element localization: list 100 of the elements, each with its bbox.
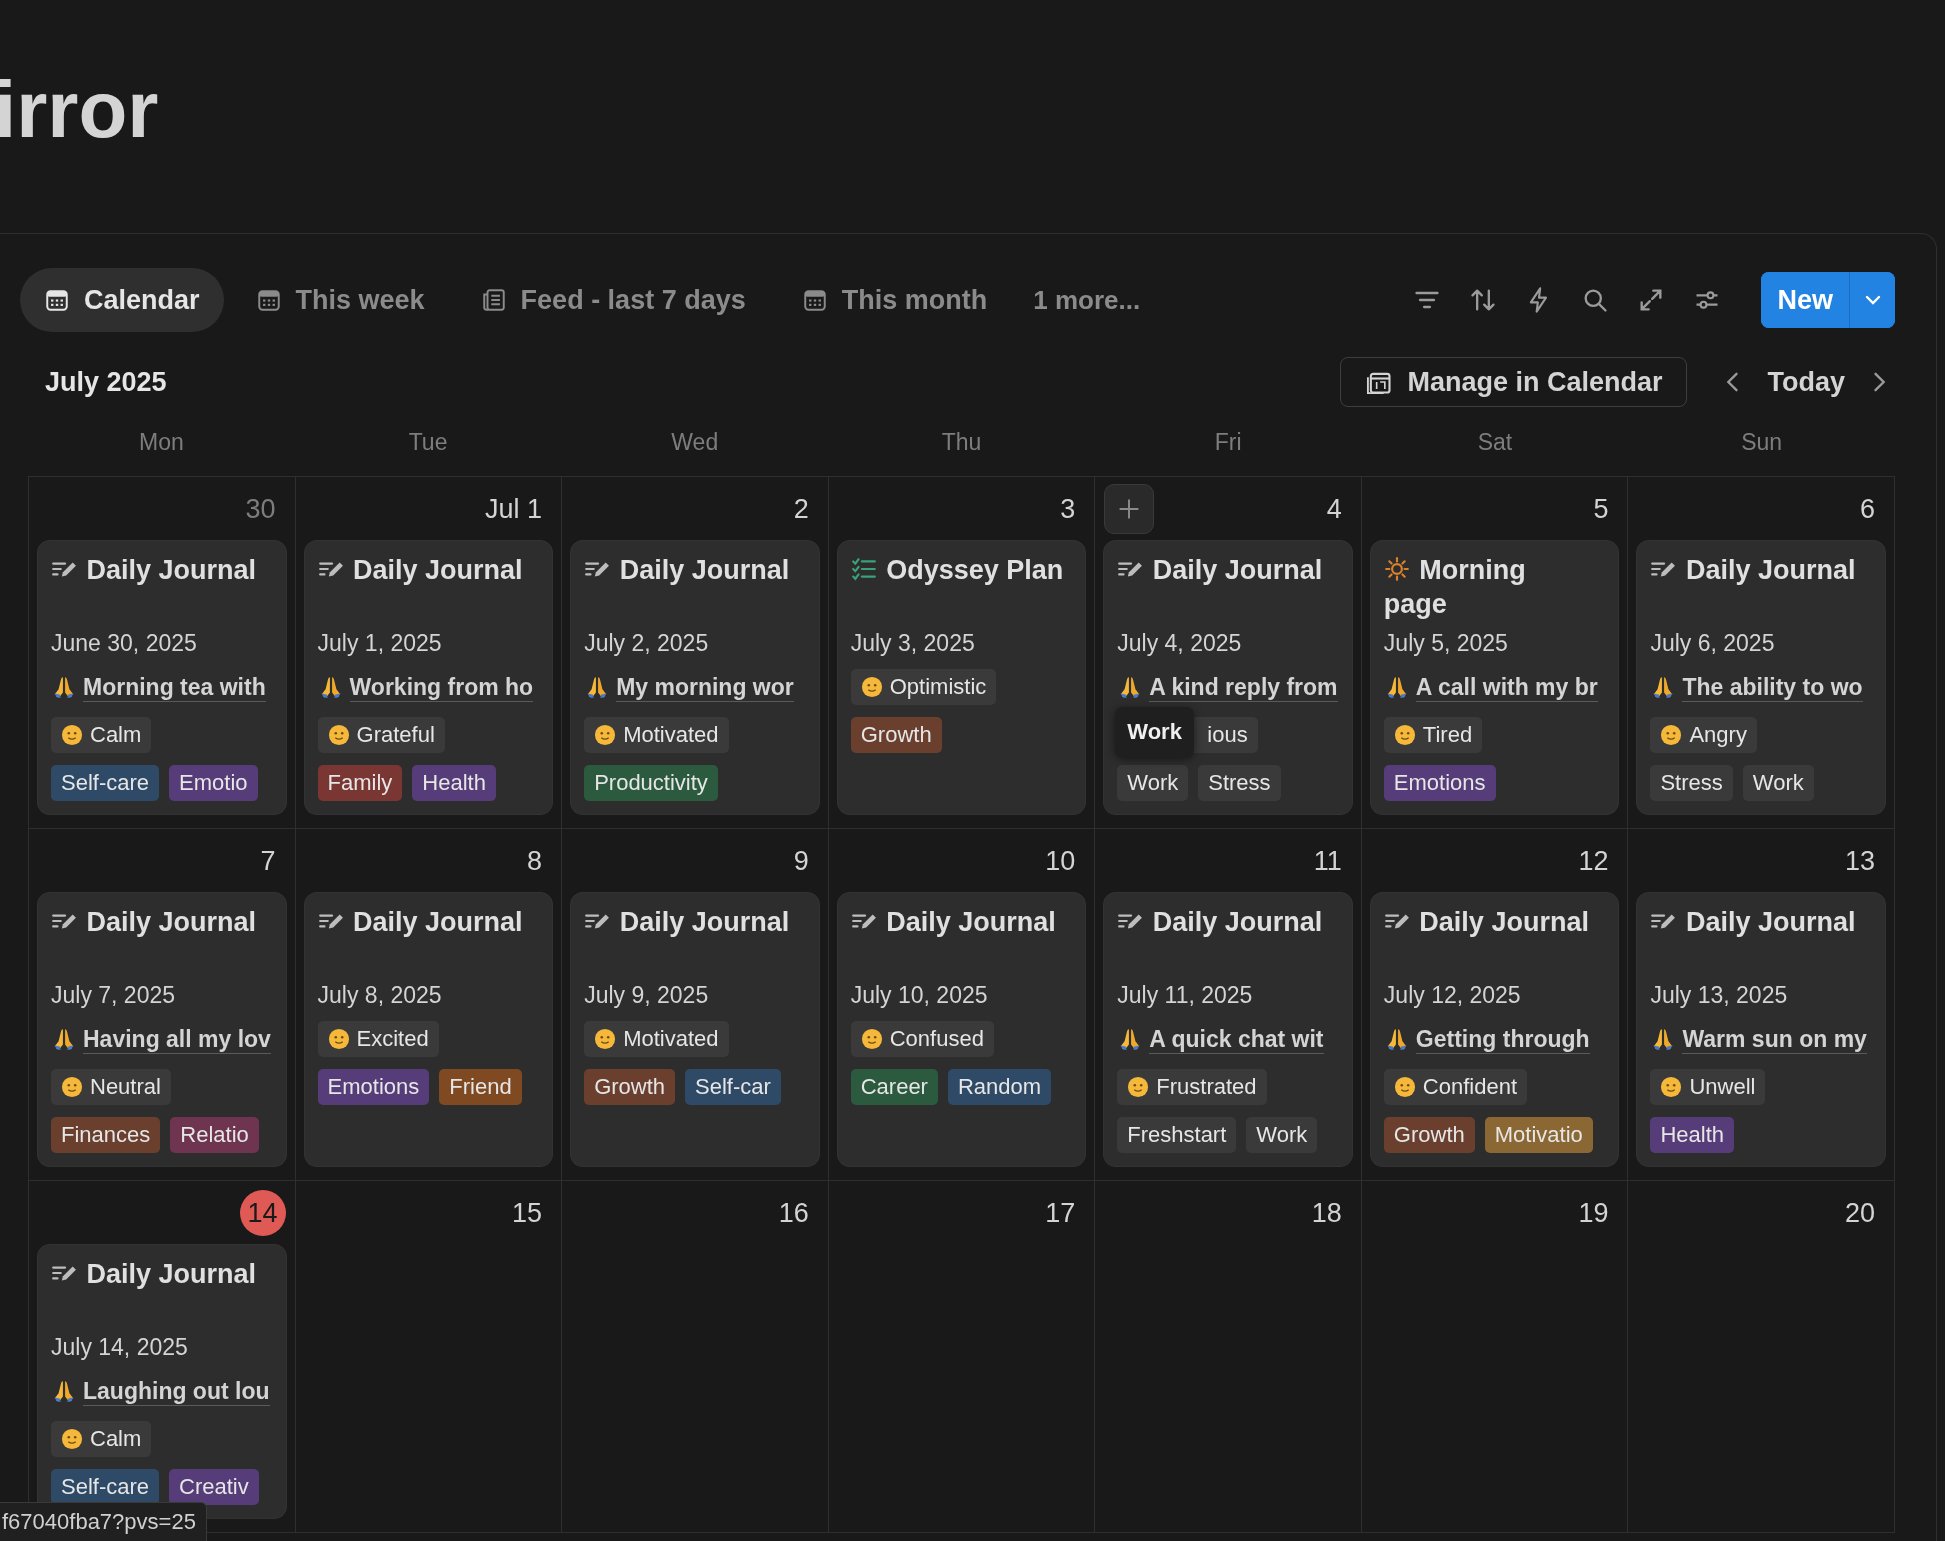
manage-calendar-button[interactable]: Manage in Calendar — [1340, 357, 1688, 407]
mood-tag: Grateful — [317, 717, 445, 753]
card-title: Daily Journal — [584, 555, 790, 585]
mood-tag: Motivated — [584, 1021, 729, 1057]
entry-date: July 11, 2025 — [1117, 981, 1254, 1010]
entry-date: July 13, 2025 — [1650, 981, 1789, 1010]
document-list-icon — [480, 287, 507, 313]
card-title: Daily Journal — [850, 907, 1056, 937]
topic-tag: Family — [317, 765, 403, 801]
mood-tag: Frustrated — [1117, 1069, 1267, 1105]
mood-tag: Excited — [317, 1021, 439, 1057]
card-title: Daily Journal — [1117, 555, 1323, 585]
gratitude-link[interactable]: My morning wor — [616, 672, 794, 702]
weekday-label: Thu — [941, 428, 982, 455]
topic-tag: Stress — [1198, 765, 1281, 801]
emoji-face-icon — [594, 1028, 617, 1050]
tooltip: Work — [1115, 707, 1194, 757]
topic-tag: Emotio — [169, 765, 258, 801]
topic-tag: Growth — [584, 1069, 676, 1105]
entry-date: July 14, 2025 — [51, 1333, 189, 1362]
mood-tag: Angry — [1650, 717, 1757, 753]
mood-tag: Confused — [850, 1021, 994, 1057]
weekday-label: Sun — [1741, 428, 1783, 455]
mood-tag: Calm — [51, 717, 152, 753]
day-number: 10 — [1045, 845, 1076, 877]
day-number: 16 — [778, 1197, 809, 1229]
topic-tag: Freshstart — [1117, 1117, 1237, 1153]
card-title: Daily Journal — [1117, 907, 1323, 937]
entry-date: July 5, 2025 — [1383, 629, 1509, 658]
day-number: 12 — [1578, 845, 1609, 877]
weekday-label: Tue — [408, 428, 448, 455]
topic-tag: Growth — [850, 717, 942, 753]
topic-tag: Work — [1246, 1117, 1318, 1153]
entry-date: June 30, 2025 — [51, 629, 198, 658]
gratitude-link[interactable]: Warm sun on my — [1682, 1024, 1867, 1054]
emoji-face-icon — [1393, 724, 1416, 746]
day-number: 6 — [1859, 493, 1875, 525]
topic-tag: Career — [850, 1069, 938, 1105]
calendar-icon — [44, 287, 70, 313]
card-title: Morning page — [1383, 555, 1526, 619]
weekday-label: Wed — [671, 428, 719, 455]
link-url-status: f67040fba7?pvs=25 — [0, 1502, 207, 1541]
entry-date: July 7, 2025 — [51, 981, 177, 1010]
day-number: 2 — [793, 493, 809, 525]
view-tab[interactable]: Feed - last 7 days — [456, 268, 770, 332]
add-button[interactable] — [1104, 484, 1155, 534]
day-number: 9 — [793, 845, 809, 877]
mood-tag: Tired — [1383, 717, 1483, 753]
weekday-label: Mon — [138, 428, 184, 455]
card-title: Daily Journal — [51, 907, 257, 937]
mood-tag: Optimistic — [850, 669, 997, 705]
weekday-label: Fri — [1214, 428, 1242, 455]
emoji-face-icon — [860, 676, 883, 698]
card-title: Daily Journal — [584, 907, 790, 937]
day-number: 11 — [1313, 845, 1342, 877]
day-number: 15 — [512, 1197, 543, 1229]
emoji-face-icon — [61, 1428, 83, 1450]
mood-tag: Neutral — [51, 1069, 171, 1105]
more-views-link[interactable]: 1 more... — [1019, 284, 1155, 316]
entry-date: July 4, 2025 — [1117, 629, 1243, 658]
entry-date: July 12, 2025 — [1383, 981, 1522, 1010]
topic-tag: Finances — [51, 1117, 161, 1153]
calendar-icon — [255, 287, 282, 313]
today-button[interactable]: Today — [1767, 366, 1845, 398]
topic-tag: Work — [1742, 765, 1814, 801]
mood-tag: Calm — [51, 1421, 152, 1457]
entry-date: July 10, 2025 — [850, 981, 989, 1010]
gratitude-link[interactable]: Working from ho — [349, 672, 534, 702]
view-tab[interactable]: Calendar — [20, 268, 224, 332]
card-title: Daily Journal — [51, 1259, 257, 1289]
entry-date: July 2, 2025 — [584, 629, 710, 658]
emoji-face-icon — [61, 724, 83, 746]
card-title: Odyssey Plan — [850, 555, 1064, 585]
gratitude-link[interactable]: A call with my br — [1415, 672, 1598, 702]
calendar-icon — [801, 287, 828, 313]
view-tab[interactable]: This month — [777, 268, 1012, 332]
card-title: Daily Journal — [1650, 907, 1856, 937]
gratitude-link[interactable]: A kind reply from — [1149, 672, 1338, 702]
day-number: 4 — [1326, 493, 1342, 525]
topic-tag: Emotions — [317, 1069, 430, 1105]
card-title: Daily Journal — [1383, 907, 1589, 937]
day-number: 5 — [1593, 493, 1609, 525]
gratitude-link[interactable]: The ability to wo — [1682, 672, 1863, 702]
mood-tag: Unwell — [1650, 1069, 1766, 1105]
topic-tag: Creativ — [169, 1469, 259, 1505]
day-number: 18 — [1311, 1197, 1342, 1229]
gratitude-link[interactable]: Having all my lov — [83, 1024, 271, 1054]
gratitude-link[interactable]: Getting through — [1415, 1024, 1590, 1054]
emoji-face-icon — [1127, 1076, 1150, 1098]
day-number: Jul 1 — [485, 493, 543, 525]
gratitude-link[interactable]: A quick chat wit — [1149, 1024, 1324, 1054]
gratitude-link[interactable]: Laughing out lou — [83, 1376, 270, 1406]
day-number: 13 — [1844, 845, 1875, 877]
entry-date: July 9, 2025 — [584, 981, 710, 1010]
today-date-badge: 14 — [239, 1190, 286, 1236]
mood-tag: Confident — [1383, 1069, 1528, 1105]
emoji-face-icon — [327, 1028, 350, 1050]
month-label: July 2025 — [45, 366, 167, 398]
view-tab[interactable]: This week — [231, 268, 449, 332]
gratitude-link[interactable]: Morning tea with — [83, 672, 266, 702]
